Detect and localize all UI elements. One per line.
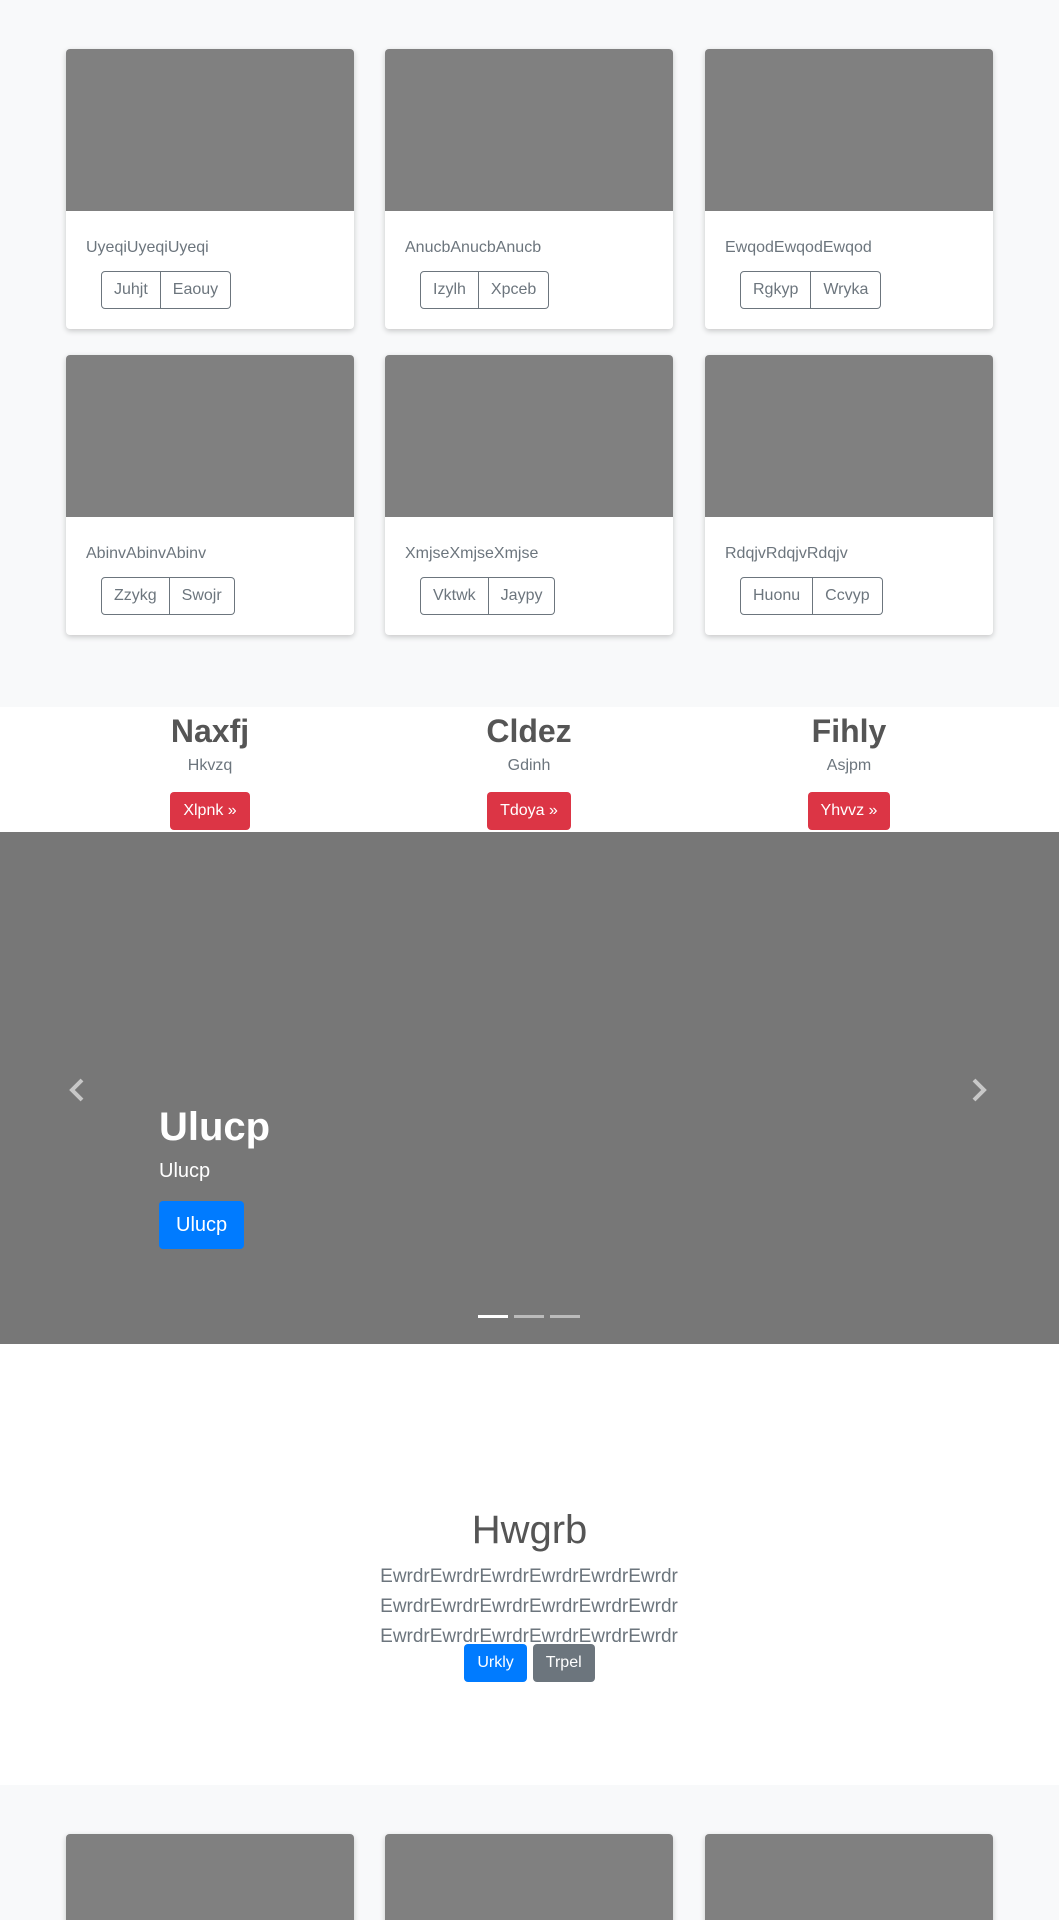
carousel-indicator[interactable] bbox=[550, 1315, 580, 1318]
card-button-group: Izylh Xpceb bbox=[420, 271, 550, 309]
card-button-group: Juhjt Eaouy bbox=[101, 271, 232, 309]
card-thumbnail bbox=[385, 355, 673, 517]
card-thumbnail bbox=[705, 49, 993, 211]
card-view-button[interactable]: Juhjt bbox=[101, 271, 161, 309]
card-view-button[interactable]: Vktwk bbox=[420, 577, 489, 615]
marketing-column: Naxfj Hkvzq Xlpnk » bbox=[66, 707, 354, 830]
card-thumbnail bbox=[385, 1834, 673, 1920]
card-thumbnail bbox=[705, 1834, 993, 1920]
marketing-text: Asjpm bbox=[826, 757, 872, 774]
card-text: XmjseXmjseXmjse bbox=[405, 545, 539, 562]
jumbotron-secondary-button[interactable]: Trpel bbox=[532, 1644, 595, 1682]
jumbotron-title: Hwgrb bbox=[471, 1508, 588, 1552]
album-card: UyeqiUyeqiUyeqi Juhjt Eaouy bbox=[66, 49, 354, 329]
marketing-details-button[interactable]: Yhvvz » bbox=[807, 792, 891, 830]
card-edit-button[interactable]: Jaypy bbox=[488, 577, 556, 615]
chevron-right-icon[interactable] bbox=[958, 1070, 998, 1110]
card-button-group: Vktwk Jaypy bbox=[420, 577, 556, 615]
card-thumbnail bbox=[66, 1834, 354, 1920]
marketing-details-button[interactable]: Xlpnk » bbox=[170, 792, 250, 830]
card-edit-button[interactable]: Wryka bbox=[811, 271, 882, 309]
album-card: XmjseXmjseXmjse Vktwk Jaypy bbox=[385, 355, 673, 635]
card-edit-button[interactable]: Xpceb bbox=[478, 271, 550, 309]
chevron-left-icon[interactable] bbox=[58, 1070, 98, 1110]
jumbotron: Hwgrb EwrdrEwrdrEwrdrEwrdrEwrdrEwrdr Ewr… bbox=[0, 1344, 1059, 1785]
card-view-button[interactable]: Zzykg bbox=[101, 577, 170, 615]
album-card: AbinvAbinvAbinv Zzykg Swojr bbox=[66, 355, 354, 635]
carousel-title: Ulucp bbox=[159, 1105, 271, 1149]
marketing-details-button[interactable]: Tdoya » bbox=[487, 792, 571, 830]
card-view-button[interactable]: Huonu bbox=[740, 577, 814, 615]
carousel-indicator[interactable] bbox=[514, 1315, 544, 1318]
card-edit-button[interactable]: Ccvyp bbox=[813, 577, 883, 615]
jumbotron-buttons: Urkly Trpel bbox=[0, 1644, 1059, 1682]
marketing-heading: Naxfj bbox=[170, 713, 250, 749]
card-text: UyeqiUyeqiUyeqi bbox=[86, 239, 209, 256]
card-text: EwqodEwqodEwqod bbox=[725, 239, 872, 256]
carousel: Ulucp Ulucp Ulucp bbox=[0, 832, 1059, 1344]
carousel-subtitle: Ulucp bbox=[159, 1160, 211, 1182]
carousel-cta-button[interactable]: Ulucp bbox=[159, 1201, 245, 1249]
album-card: RdqjvRdqjvRdqjv Huonu Ccvyp bbox=[705, 355, 993, 635]
marketing-section: Naxfj Hkvzq Xlpnk » Cldez Gdinh Tdoya » … bbox=[0, 707, 1059, 832]
carousel-indicator[interactable] bbox=[478, 1315, 508, 1318]
album-card: EwqodEwqodEwqod Rgkyp Wryka bbox=[705, 49, 993, 329]
card-button-group: Zzykg Swojr bbox=[101, 577, 235, 615]
marketing-heading: Fihly bbox=[811, 713, 887, 749]
jumbotron-primary-button[interactable]: Urkly bbox=[464, 1644, 527, 1682]
card-button-group: Huonu Ccvyp bbox=[740, 577, 883, 615]
marketing-column: Cldez Gdinh Tdoya » bbox=[385, 707, 673, 830]
card-thumbnail bbox=[66, 49, 354, 211]
card-text: AbinvAbinvAbinv bbox=[86, 545, 207, 562]
card-text: RdqjvRdqjvRdqjv bbox=[725, 545, 848, 562]
marketing-text: Hkvzq bbox=[187, 757, 233, 774]
album-section-top: UyeqiUyeqiUyeqi Juhjt Eaouy AnucbAnucbAn… bbox=[0, 0, 1059, 707]
jumbotron-lead: EwrdrEwrdrEwrdrEwrdrEwrdrEwrdr EwrdrEwrd… bbox=[380, 1566, 678, 1647]
card-edit-button[interactable]: Eaouy bbox=[160, 271, 232, 309]
card-edit-button[interactable]: Swojr bbox=[169, 577, 235, 615]
card-thumbnail bbox=[66, 355, 354, 517]
album-section-bottom bbox=[0, 1785, 1059, 1920]
marketing-text: Gdinh bbox=[507, 757, 551, 774]
card-view-button[interactable]: Rgkyp bbox=[740, 271, 812, 309]
card-thumbnail bbox=[705, 355, 993, 517]
album-card: AnucbAnucbAnucb Izylh Xpceb bbox=[385, 49, 673, 329]
carousel-caption: Ulucp Ulucp Ulucp bbox=[159, 1103, 270, 1249]
marketing-column: Fihly Asjpm Yhvvz » bbox=[705, 707, 993, 830]
card-button-group: Rgkyp Wryka bbox=[740, 271, 882, 309]
card-text: AnucbAnucbAnucb bbox=[405, 239, 542, 256]
card-thumbnail bbox=[385, 49, 673, 211]
carousel-indicators bbox=[478, 1315, 580, 1318]
marketing-heading: Cldez bbox=[486, 713, 572, 749]
card-view-button[interactable]: Izylh bbox=[420, 271, 479, 309]
